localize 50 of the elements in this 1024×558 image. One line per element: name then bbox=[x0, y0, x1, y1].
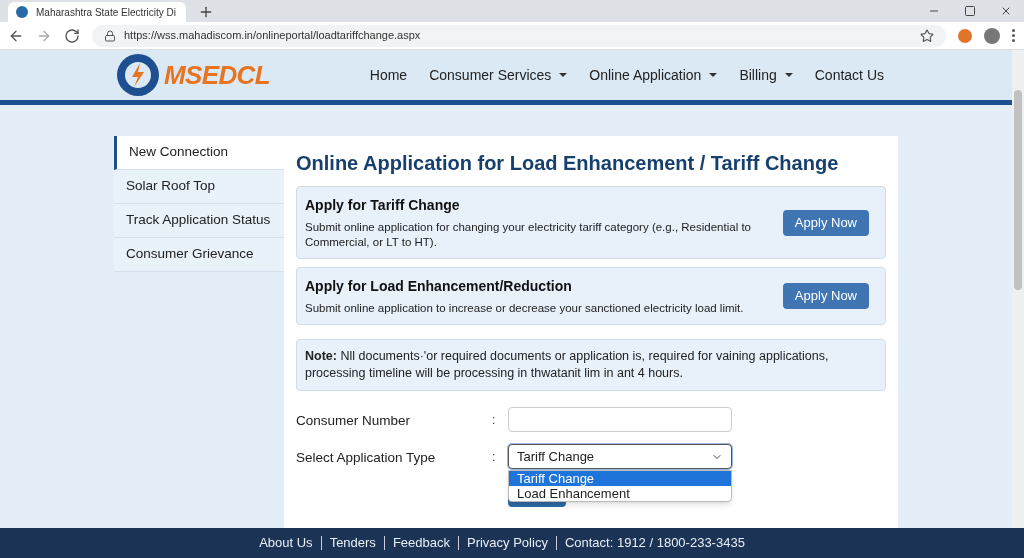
field-label: Select Application Type bbox=[296, 449, 437, 467]
caret-icon bbox=[784, 73, 793, 77]
nav-link[interactable]: Billing bbox=[739, 64, 793, 86]
new-tab-icon[interactable] bbox=[198, 4, 214, 20]
note-text: Note: Nll documents·'or required documents or application is, required for vaining applications, processing timeline will be processing in thwatanit lim in ant 4 hours. bbox=[305, 348, 830, 382]
footer-link[interactable]: Tenders bbox=[329, 533, 376, 553]
url-text: https://wss.mahadiscom.in/onlineportal/loadtariffchange.aspx bbox=[124, 28, 421, 44]
footer-link[interactable]: Feedback bbox=[392, 533, 450, 553]
sidebar-item[interactable]: Consumer Grievance bbox=[114, 238, 284, 272]
card-title: Apply for Load Enhancement/Reduction bbox=[305, 277, 573, 296]
reload-icon[interactable] bbox=[64, 27, 80, 44]
logo-icon bbox=[116, 53, 160, 97]
application-type-select[interactable]: Tariff Change bbox=[508, 444, 732, 469]
address-bar[interactable]: https://wss.mahadiscom.in/onlineportal/loadtariffchange.aspx bbox=[92, 24, 946, 47]
footer-link[interactable]: Privacy Policy bbox=[466, 533, 548, 553]
nav-link[interactable]: Consumer Services bbox=[429, 64, 568, 86]
bookmark-icon[interactable] bbox=[920, 28, 934, 43]
tab-title: Maharashtra State Electricity Di bbox=[36, 5, 177, 20]
nav-link[interactable]: Contact Us bbox=[814, 64, 884, 86]
card-description: Submit online application to increase or decrease your sanctioned electricity load limit. bbox=[305, 301, 745, 316]
lock-icon bbox=[104, 29, 116, 42]
footer-link[interactable]: About Us bbox=[259, 533, 313, 553]
nav-link[interactable]: Online Application bbox=[589, 64, 718, 86]
page-heading: Online Application for Load Enhancement / Tariff Change bbox=[296, 151, 840, 176]
scrollbar[interactable] bbox=[1012, 50, 1024, 528]
caret-icon bbox=[709, 73, 718, 77]
caret-icon bbox=[559, 73, 568, 77]
browser-tab[interactable]: Maharashtra State Electricity Di bbox=[8, 2, 186, 22]
card-title: Apply for Tariff Change bbox=[305, 196, 461, 215]
logo-text: MSEDCL bbox=[164, 58, 270, 92]
extension-icon[interactable] bbox=[958, 28, 972, 43]
apply-now-button[interactable]: Apply Now bbox=[782, 283, 869, 309]
field-separator: : bbox=[492, 412, 497, 429]
field-separator: : bbox=[492, 449, 497, 466]
favicon-icon bbox=[16, 6, 28, 18]
profile-avatar-icon[interactable] bbox=[984, 27, 1000, 44]
menu-icon[interactable] bbox=[1012, 29, 1016, 42]
restore-icon[interactable] bbox=[964, 5, 976, 17]
apply-now-button[interactable]: Apply Now bbox=[782, 209, 869, 236]
card-description: Submit online application for changing your electricity tariff category (e.g., Residential to Commercial, or LT to HT). bbox=[305, 220, 752, 250]
field-label: Consumer Number bbox=[296, 412, 412, 430]
footer-link[interactable]: Contact: 1912 / 1800-233-3435 bbox=[564, 533, 745, 553]
sidebar-item[interactable]: Solar Roof Top bbox=[114, 170, 284, 204]
dropdown-option[interactable]: Tariff Change bbox=[509, 471, 731, 486]
dropdown-option[interactable]: Load Enhancement bbox=[509, 486, 731, 501]
nav-link[interactable]: Home bbox=[369, 64, 408, 86]
close-window-icon[interactable] bbox=[1000, 5, 1012, 17]
sidebar-item[interactable]: Track Application Status bbox=[114, 204, 284, 238]
consumer-number-field[interactable] bbox=[508, 407, 732, 432]
sidebar-item[interactable]: New Connection bbox=[114, 136, 284, 170]
